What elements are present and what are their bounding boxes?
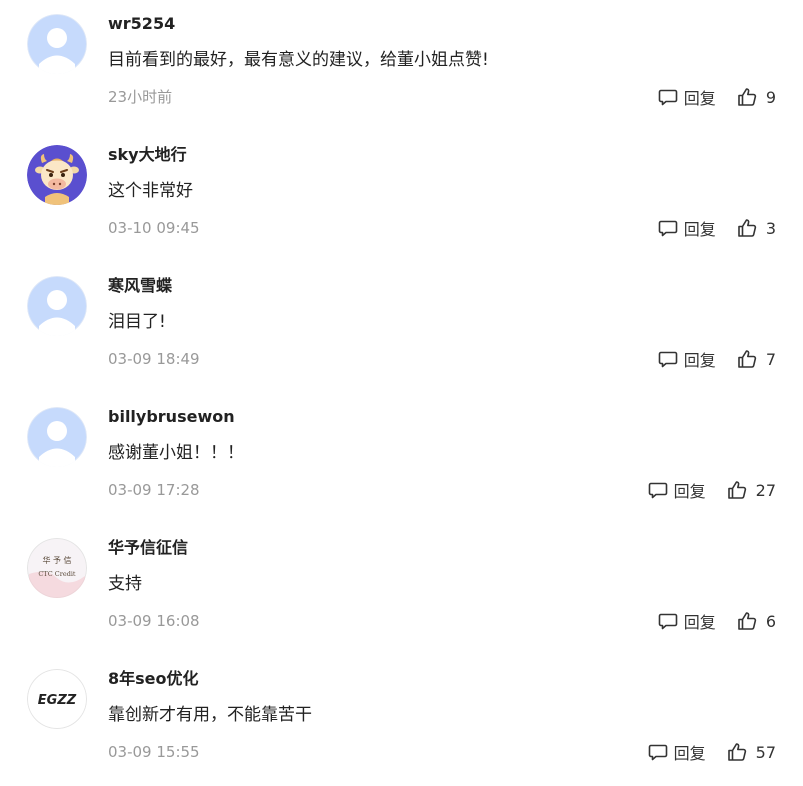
comment-item: wr5254 目前看到的最好，最有意义的建议，给董小姐点赞! 23小时前 回复 … <box>0 0 803 131</box>
like-button[interactable]: 57 <box>727 742 776 762</box>
comment-actions: 回复 6 <box>658 609 776 633</box>
comment-time: 03-09 16:08 <box>108 612 200 630</box>
thumbs-up-icon <box>738 219 756 237</box>
comment-item: 寒风雪蝶 泪目了! 03-09 18:49 回复 7 <box>0 262 803 393</box>
like-button[interactable]: 9 <box>737 87 776 107</box>
reply-button[interactable]: 回复 <box>658 347 716 371</box>
comment-actions: 回复 7 <box>658 347 776 371</box>
comment-icon <box>658 220 678 237</box>
comment-time: 03-10 09:45 <box>108 219 200 237</box>
like-button[interactable]: 7 <box>737 349 776 369</box>
avatar[interactable]: 华 予 信 CTC Credit <box>27 538 87 598</box>
thumbs-up-icon <box>738 88 756 106</box>
default-avatar-icon <box>27 276 87 336</box>
comment-text: 目前看到的最好，最有意义的建议，给董小姐点赞! <box>108 50 489 70</box>
comment-text: 这个非常好 <box>108 181 193 201</box>
reply-label: 回复 <box>683 89 716 108</box>
reply-button[interactable]: 回复 <box>658 609 716 633</box>
reply-button[interactable]: 回复 <box>658 85 716 109</box>
avatar-text: EGZZ <box>38 693 77 708</box>
username[interactable]: billybrusewon <box>108 406 235 428</box>
like-count: 57 <box>755 742 776 762</box>
reply-label: 回复 <box>683 220 716 239</box>
reply-label: 回复 <box>673 482 706 501</box>
comment-actions: 回复 9 <box>658 85 776 109</box>
like-button[interactable]: 3 <box>737 218 776 238</box>
comment-text: 感谢董小姐！！！ <box>108 443 244 463</box>
reply-button[interactable]: 回复 <box>648 478 706 502</box>
comment-actions: 回复 57 <box>648 740 776 764</box>
comment-icon <box>658 89 678 106</box>
ezz-logo-icon: EGZZ <box>27 669 87 729</box>
like-count: 3 <box>765 218 776 238</box>
comment-text: 支持 <box>108 574 142 594</box>
default-avatar-icon <box>27 407 87 467</box>
avatar[interactable] <box>27 276 87 336</box>
comment-text: 泪目了! <box>108 312 166 332</box>
comment-icon <box>658 613 678 630</box>
username[interactable]: sky大地行 <box>108 144 187 166</box>
avatar-text: CTC Credit <box>38 570 76 578</box>
comment-item: EGZZ 8年seo优化 靠创新才有用，不能靠苦干 03-09 15:55 回复… <box>0 655 803 786</box>
comment-actions: 回复 3 <box>658 216 776 240</box>
like-count: 9 <box>765 87 776 107</box>
like-count: 6 <box>765 611 776 631</box>
comment-icon <box>658 351 678 368</box>
avatar[interactable] <box>27 407 87 467</box>
reply-button[interactable]: 回复 <box>658 216 716 240</box>
default-avatar-icon <box>27 14 87 74</box>
ctc-credit-logo-icon: 华 予 信 CTC Credit <box>27 538 87 598</box>
like-count: 7 <box>765 349 776 369</box>
reply-label: 回复 <box>683 351 716 370</box>
avatar[interactable] <box>27 14 87 74</box>
svg-text:华 予 信: 华 予 信 <box>42 555 71 565</box>
username[interactable]: 8年seo优化 <box>108 668 199 690</box>
thumbs-up-icon <box>738 350 756 368</box>
username[interactable]: 寒风雪蝶 <box>108 275 172 297</box>
comment-time: 03-09 18:49 <box>108 350 200 368</box>
like-count: 27 <box>755 480 776 500</box>
comment-item: sky大地行 这个非常好 03-10 09:45 回复 3 <box>0 131 803 262</box>
comment-time: 03-09 15:55 <box>108 743 200 761</box>
thumbs-up-icon <box>727 743 746 761</box>
thumbs-up-icon <box>727 481 746 499</box>
reply-label: 回复 <box>673 744 706 763</box>
comment-actions: 回复 27 <box>648 478 776 502</box>
thumbs-up-icon <box>738 612 756 630</box>
comment-time: 23小时前 <box>108 88 173 106</box>
reply-label: 回复 <box>683 613 716 632</box>
comment-icon <box>648 744 667 761</box>
username[interactable]: wr5254 <box>108 13 175 35</box>
avatar[interactable]: EGZZ <box>27 669 87 729</box>
cow-avatar-icon <box>27 145 87 205</box>
comment-time: 03-09 17:28 <box>108 481 200 499</box>
like-button[interactable]: 6 <box>737 611 776 631</box>
comment-item: 华 予 信 CTC Credit 华予信征信 支持 03-09 16:08 回复… <box>0 524 803 655</box>
comment-text: 靠创新才有用，不能靠苦干 <box>108 705 312 725</box>
username[interactable]: 华予信征信 <box>108 537 188 559</box>
comment-icon <box>648 482 667 499</box>
reply-button[interactable]: 回复 <box>648 740 706 764</box>
avatar[interactable] <box>27 145 87 205</box>
like-button[interactable]: 27 <box>727 480 776 500</box>
comment-item: billybrusewon 感谢董小姐！！！ 03-09 17:28 回复 27 <box>0 393 803 524</box>
